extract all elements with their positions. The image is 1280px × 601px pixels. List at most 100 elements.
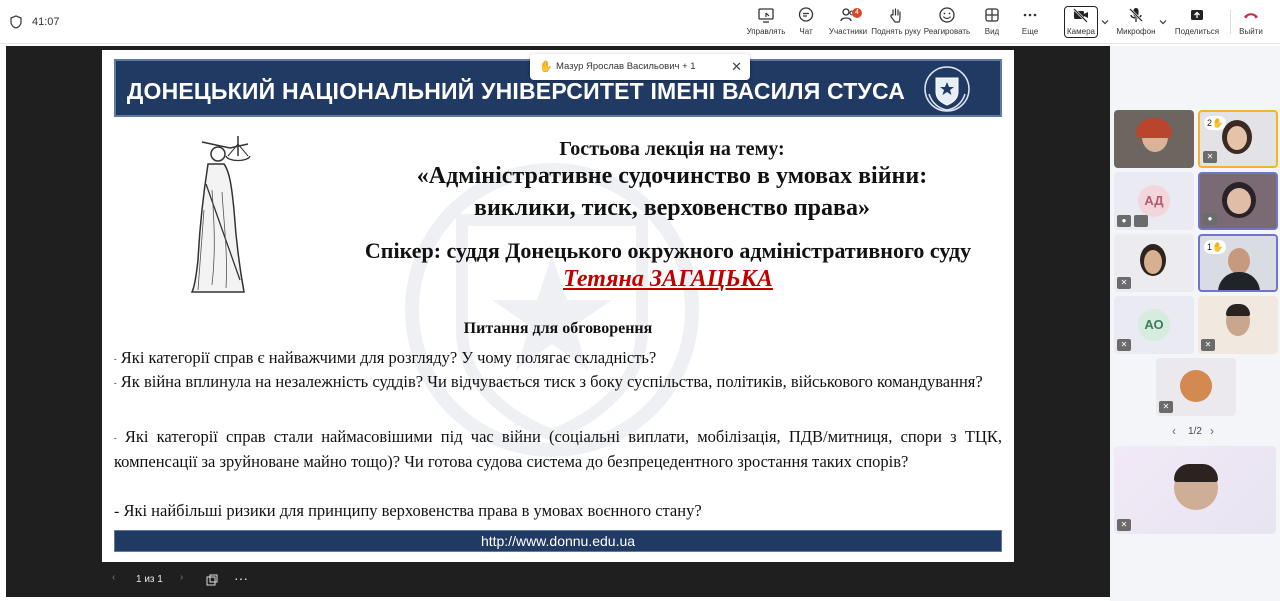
self-view-tile[interactable]: ✕	[1114, 446, 1276, 534]
mic-off-icon	[1134, 215, 1148, 227]
leave-button[interactable]: Выйти	[1236, 6, 1266, 40]
participant-video	[1228, 248, 1250, 274]
more-label: Еще	[1021, 27, 1039, 36]
shield-icon	[10, 15, 22, 29]
toolbar-divider	[1230, 10, 1231, 34]
raise-hand-label: Поднять руку	[871, 27, 921, 36]
participant-tile[interactable]	[1114, 110, 1194, 168]
participant-tile[interactable]: АО ✕	[1114, 296, 1194, 354]
teams-meeting-window: 41:07 Управлять Чат 4 Участники Поднять …	[0, 0, 1280, 601]
popout-icon[interactable]	[206, 574, 218, 586]
people-icon: ●	[1117, 215, 1131, 227]
mic-options-chevron-down-icon[interactable]	[1159, 18, 1167, 26]
participant-tile[interactable]: ✕	[1156, 358, 1236, 416]
present-screen-icon	[758, 8, 774, 23]
people-icon: ●	[1203, 213, 1217, 225]
leave-label: Выйти	[1239, 27, 1263, 36]
shared-content-stage: ДОНЕЦЬКИЙ НАЦІОНАЛЬНИЙ УНІВЕРСИТЕТ ІМЕНІ…	[6, 46, 1110, 597]
microphone-label: Микрофон	[1116, 27, 1156, 36]
view-label: Вид	[984, 27, 1000, 36]
participant-tile[interactable]: 2✋ ✕	[1198, 110, 1278, 168]
university-title: ДОНЕЦЬКИЙ НАЦІОНАЛЬНИЙ УНІВЕРСИТЕТ ІМЕНІ…	[126, 78, 906, 104]
raised-hand-count: 1✋	[1204, 240, 1227, 254]
speaker-line: Спікер: суддя Донецького окружного адмін…	[364, 238, 972, 263]
self-avatar-hair	[1174, 464, 1218, 482]
share-button[interactable]: Поделиться	[1174, 6, 1220, 40]
raised-hand-icon: ✋	[1212, 242, 1224, 252]
presentation-slide: ДОНЕЦЬКИЙ НАЦІОНАЛЬНИЙ УНІВЕРСИТЕТ ІМЕНІ…	[102, 50, 1014, 562]
slide-footer-url: http://www.donnu.edu.ua	[114, 530, 1002, 552]
mic-off-icon: ✕	[1117, 339, 1131, 351]
questions-title: Питання для обговорення	[463, 320, 653, 337]
slide-more-options-icon[interactable]: ···	[234, 570, 248, 586]
prev-slide-chevron-left-icon[interactable]: ‹	[112, 572, 115, 583]
phone-hangup-icon	[1244, 13, 1258, 19]
participant-tile[interactable]: ●	[1198, 172, 1278, 230]
manage-button[interactable]: Управлять	[746, 6, 786, 40]
close-icon[interactable]: ✕	[731, 59, 742, 75]
react-button[interactable]: Реагировать	[924, 6, 970, 40]
lecture-topic: «Адміністративне судочинство в умовах ві…	[352, 160, 992, 224]
participant-tile[interactable]: АД ●	[1114, 172, 1194, 230]
participants-button[interactable]: 4 Участники	[828, 6, 868, 40]
university-crest-icon	[924, 66, 970, 112]
meeting-toolbar: 41:07 Управлять Чат 4 Участники Поднять …	[0, 0, 1280, 44]
lecture-topic-line-1: «Адміністративне судочинство в умовах ві…	[416, 163, 928, 189]
question-item: - Як війна вплинула на незалежність судд…	[114, 370, 1002, 395]
participant-initials-avatar: АД	[1138, 185, 1170, 217]
raised-hand-notification: ✋ Мазур Ярослав Васильович + 1 ✕	[530, 54, 750, 80]
raised-hand-icon: ✋	[1212, 118, 1224, 128]
participant-video-face	[1144, 250, 1162, 274]
raise-hand-button[interactable]: Поднять руку	[871, 6, 921, 40]
raised-hand-icon: ✋	[539, 61, 553, 73]
more-dots-icon	[1023, 13, 1037, 17]
participants-label: Участники	[828, 27, 868, 36]
camera-label: Камера	[1067, 27, 1095, 36]
microphone-button[interactable]: Микрофон	[1116, 6, 1156, 40]
chat-label: Чат	[799, 27, 813, 36]
smiley-icon	[939, 7, 955, 23]
camera-button[interactable]: Камера	[1066, 6, 1096, 40]
participant-tile[interactable]: 1✋	[1198, 234, 1278, 292]
participant-tile[interactable]: ✕	[1198, 296, 1278, 354]
slide-page-counter: 1 из 1	[136, 574, 163, 585]
question-item: - Які категорії справ стали наймасовішим…	[114, 425, 1002, 473]
themis-statue-icon	[190, 136, 251, 293]
next-slide-chevron-right-icon[interactable]: ›	[180, 572, 183, 583]
question-dash: -	[114, 354, 117, 364]
lecture-heading: Гостьова лекція на тему:	[559, 138, 785, 160]
mic-off-icon: ✕	[1201, 339, 1215, 351]
participant-video-hair	[1136, 118, 1172, 138]
react-label: Реагировать	[923, 27, 971, 36]
view-button[interactable]: Вид	[978, 6, 1006, 40]
participant-avatar-photo	[1180, 370, 1212, 402]
question-text: Як війна вплинула на незалежність суддів…	[120, 372, 983, 391]
more-button[interactable]: Еще	[1016, 6, 1044, 40]
mic-off-icon: ✕	[1117, 277, 1131, 289]
camera-off-icon	[1073, 8, 1088, 23]
speaker-name: Тетяна ЗАГАЦЬКА	[563, 266, 773, 292]
share-screen-icon	[1191, 10, 1203, 20]
share-label: Поделиться	[1174, 27, 1220, 36]
question-text: Які категорії справ стали наймасовішими …	[114, 427, 1002, 471]
chat-button[interactable]: Чат	[792, 6, 820, 40]
participant-video-body	[1218, 272, 1260, 290]
raised-hand-names: Мазур Ярослав Васильович + 1	[556, 61, 696, 72]
manage-label: Управлять	[746, 27, 786, 36]
participant-video-face	[1227, 126, 1247, 150]
mic-off-icon: ✕	[1117, 519, 1131, 531]
question-text: Які категорії справ є найважчими для роз…	[120, 348, 657, 367]
camera-options-chevron-down-icon[interactable]	[1101, 18, 1109, 26]
lecture-topic-line-2: виклики, тиск, верховенство права»	[474, 195, 870, 221]
participants-gallery: 2✋ ✕ АД ● ● ✕ 1✋ АО ✕ ✕ ✕ ‹ 1/2 › ✕	[1110, 46, 1280, 601]
mic-off-icon: ✕	[1203, 151, 1217, 163]
hand-icon	[890, 8, 901, 23]
participant-initials-avatar: АО	[1138, 309, 1170, 341]
participant-tile[interactable]: ✕	[1114, 234, 1194, 292]
meeting-timer: 41:07	[32, 16, 60, 28]
question-dash: -	[114, 378, 117, 388]
participant-video-face	[1227, 188, 1251, 214]
question-dash: -	[114, 503, 120, 520]
gallery-next-chevron-right-icon[interactable]: ›	[1210, 424, 1214, 438]
grid-view-icon	[985, 8, 999, 22]
